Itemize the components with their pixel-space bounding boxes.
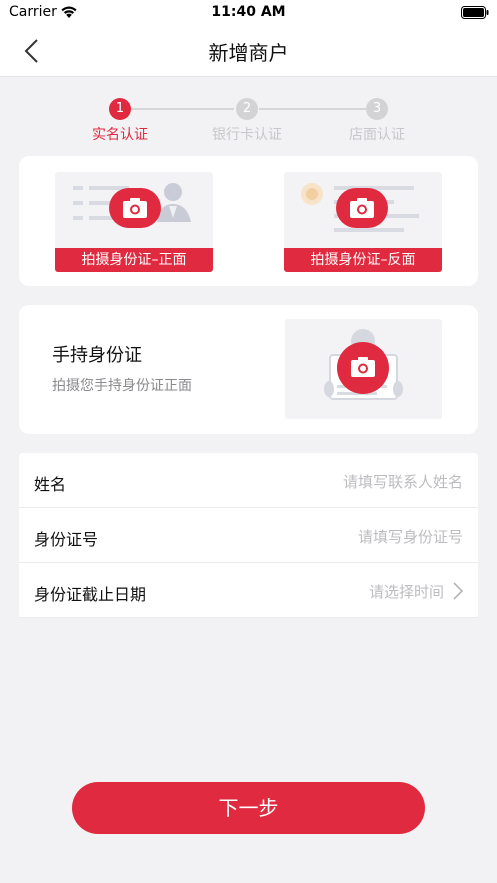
nav-bar: 新增商户	[0, 26, 497, 77]
step-3-label: 店面认证	[349, 127, 405, 143]
status-time: 11:40 AM	[211, 4, 286, 20]
name-input[interactable]: 请填写联系人姓名	[343, 471, 463, 492]
step-1-label: 实名认证	[92, 127, 148, 143]
id-number-input[interactable]: 请填写身份证号	[358, 526, 463, 547]
id-back-upload[interactable]: 拍摄身份证–反面	[284, 172, 442, 272]
hand-held-id-card: 手持身份证 拍摄您手持身份证正面	[19, 305, 478, 434]
step-2-label: 银行卡认证	[212, 127, 282, 143]
step-1-dot: 1	[109, 98, 131, 120]
status-bar: Carrier 11:40 AM	[0, 0, 497, 26]
chevron-right-icon	[453, 582, 464, 600]
id-number-label: 身份证号	[34, 530, 99, 549]
hand-held-title: 手持身份证	[52, 345, 142, 366]
name-field[interactable]: 姓名 请填写联系人姓名	[19, 453, 478, 508]
identity-form: 姓名 请填写联系人姓名 身份证号 请填写身份证号 身份证截止日期 请选择时间	[19, 453, 478, 618]
id-expiry-field[interactable]: 身份证截止日期 请选择时间	[19, 563, 478, 618]
step-connector	[131, 108, 234, 110]
camera-front-icon	[109, 188, 161, 228]
progress-stepper: 1 实名认证 2 银行卡认证 3 店面认证	[0, 96, 497, 146]
id-expiry-label: 身份证截止日期	[34, 585, 147, 604]
id-front-label: 拍摄身份证–正面	[55, 248, 213, 272]
id-number-field[interactable]: 身份证号 请填写身份证号	[19, 508, 478, 563]
camera-back-icon	[336, 188, 388, 228]
name-label: 姓名	[34, 475, 67, 494]
id-expiry-picker[interactable]: 请选择时间	[369, 581, 444, 602]
page-title: 新增商户	[208, 41, 289, 65]
next-step-button[interactable]: 下一步	[72, 782, 425, 834]
camera-hand-held-icon	[337, 342, 389, 394]
id-front-upload[interactable]: 拍摄身份证–正面	[55, 172, 213, 272]
step-3-dot: 3	[366, 98, 388, 120]
hand-held-subtitle: 拍摄您手持身份证正面	[52, 378, 192, 394]
step-connector	[259, 108, 366, 110]
hand-held-upload[interactable]	[285, 319, 442, 419]
id-upload-card: 拍摄身份证–正面 拍摄身份证–反面	[19, 156, 478, 286]
step-2-dot: 2	[236, 98, 258, 120]
id-back-label: 拍摄身份证–反面	[284, 248, 442, 272]
battery-icon	[461, 6, 489, 19]
